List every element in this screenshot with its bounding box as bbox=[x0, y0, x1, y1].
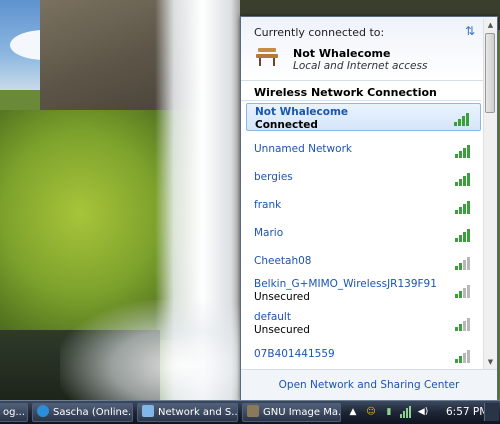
bench-network-icon bbox=[254, 45, 280, 69]
signal-strength-icon bbox=[455, 144, 473, 158]
task-label: Sascha (Online... bbox=[53, 407, 133, 418]
user-icon[interactable]: ☺ bbox=[365, 406, 377, 418]
network-name: Belkin_G+MIMO_WirelessJR139F91 bbox=[254, 278, 437, 290]
network-item[interactable]: default Unsecured bbox=[246, 309, 481, 337]
network-item[interactable]: 07B401441559 bbox=[246, 341, 481, 369]
task-label: GNU Image Ma... bbox=[263, 407, 341, 418]
network-flyout: Currently connected to: ⇅ Not Whalecome … bbox=[240, 16, 498, 400]
gimp-icon bbox=[247, 405, 259, 417]
show-hidden-icons-icon[interactable]: ▲ bbox=[347, 406, 359, 418]
network-name: Cheetah08 bbox=[254, 255, 312, 267]
network-name: 07B401441559 bbox=[254, 348, 335, 360]
network-name: Unnamed Network bbox=[254, 143, 352, 155]
system-tray: ▲ ☺ ▮ ◀) 6:57 PM bbox=[343, 401, 500, 424]
task-label: Network and S... bbox=[158, 407, 238, 418]
network-item[interactable]: Unnamed Network bbox=[246, 136, 481, 164]
divider bbox=[241, 100, 481, 101]
device-icon[interactable]: ▮ bbox=[383, 406, 395, 418]
open-network-center-link[interactable]: Open Network and Sharing Center bbox=[241, 379, 497, 391]
taskbar-button[interactable]: Network and S... bbox=[137, 403, 238, 422]
network-item[interactable]: frank bbox=[246, 192, 481, 220]
network-name: frank bbox=[254, 199, 282, 211]
connected-label: Currently connected to: bbox=[254, 26, 385, 39]
task-label: og... bbox=[3, 407, 26, 418]
network-item[interactable]: Mario bbox=[246, 220, 481, 248]
signal-strength-icon bbox=[455, 317, 473, 331]
taskbar-button[interactable]: GNU Image Ma... bbox=[242, 403, 341, 422]
taskbar: og... Sascha (Online... Network and S...… bbox=[0, 400, 500, 424]
refresh-icon[interactable]: ⇅ bbox=[463, 24, 477, 38]
network-center-icon bbox=[142, 405, 154, 417]
network-name: Mario bbox=[254, 227, 284, 239]
signal-strength-icon bbox=[455, 256, 473, 270]
messenger-icon bbox=[37, 405, 49, 417]
signal-strength-icon bbox=[455, 284, 473, 298]
signal-strength-icon bbox=[455, 349, 473, 363]
signal-strength-icon bbox=[455, 200, 473, 214]
signal-strength-icon bbox=[454, 112, 472, 126]
network-status: Connected bbox=[255, 119, 318, 131]
taskbar-button[interactable]: og... bbox=[0, 403, 28, 422]
network-name: bergies bbox=[254, 171, 293, 183]
current-network-access: Local and Internet access bbox=[293, 60, 428, 72]
scroll-up-icon[interactable]: ▲ bbox=[484, 19, 497, 32]
network-item[interactable]: Not Whalecome Connected bbox=[246, 103, 481, 131]
section-title: Wireless Network Connection bbox=[254, 86, 437, 99]
network-item[interactable]: bergies bbox=[246, 164, 481, 192]
signal-strength-icon bbox=[455, 228, 473, 242]
network-status: Unsecured bbox=[254, 324, 310, 336]
network-list: Not Whalecome Connected Unnamed Network … bbox=[246, 103, 482, 371]
clock[interactable]: 6:57 PM bbox=[446, 406, 488, 418]
taskbar-button[interactable]: Sascha (Online... bbox=[32, 403, 133, 422]
network-name: Not Whalecome bbox=[255, 106, 349, 118]
scroll-down-icon[interactable]: ▼ bbox=[484, 356, 497, 369]
flyout-footer: Open Network and Sharing Center bbox=[241, 369, 497, 400]
wifi-signal-icon[interactable] bbox=[399, 406, 411, 418]
network-item[interactable]: Cheetah08 bbox=[246, 248, 481, 276]
flyout-header: Currently connected to: ⇅ Not Whalecome … bbox=[241, 17, 497, 81]
network-name: default bbox=[254, 311, 291, 323]
network-item[interactable]: Belkin_G+MIMO_WirelessJR139F91 Unsecured bbox=[246, 276, 481, 304]
show-desktop-button[interactable] bbox=[484, 403, 499, 421]
volume-icon[interactable]: ◀) bbox=[417, 406, 429, 418]
signal-strength-icon bbox=[455, 172, 473, 186]
current-network-name: Not Whalecome bbox=[293, 47, 391, 60]
mist bbox=[60, 300, 260, 400]
scrollbar[interactable]: ▲ ▼ bbox=[483, 19, 497, 369]
network-status: Unsecured bbox=[254, 291, 310, 303]
scroll-thumb[interactable] bbox=[485, 33, 495, 113]
